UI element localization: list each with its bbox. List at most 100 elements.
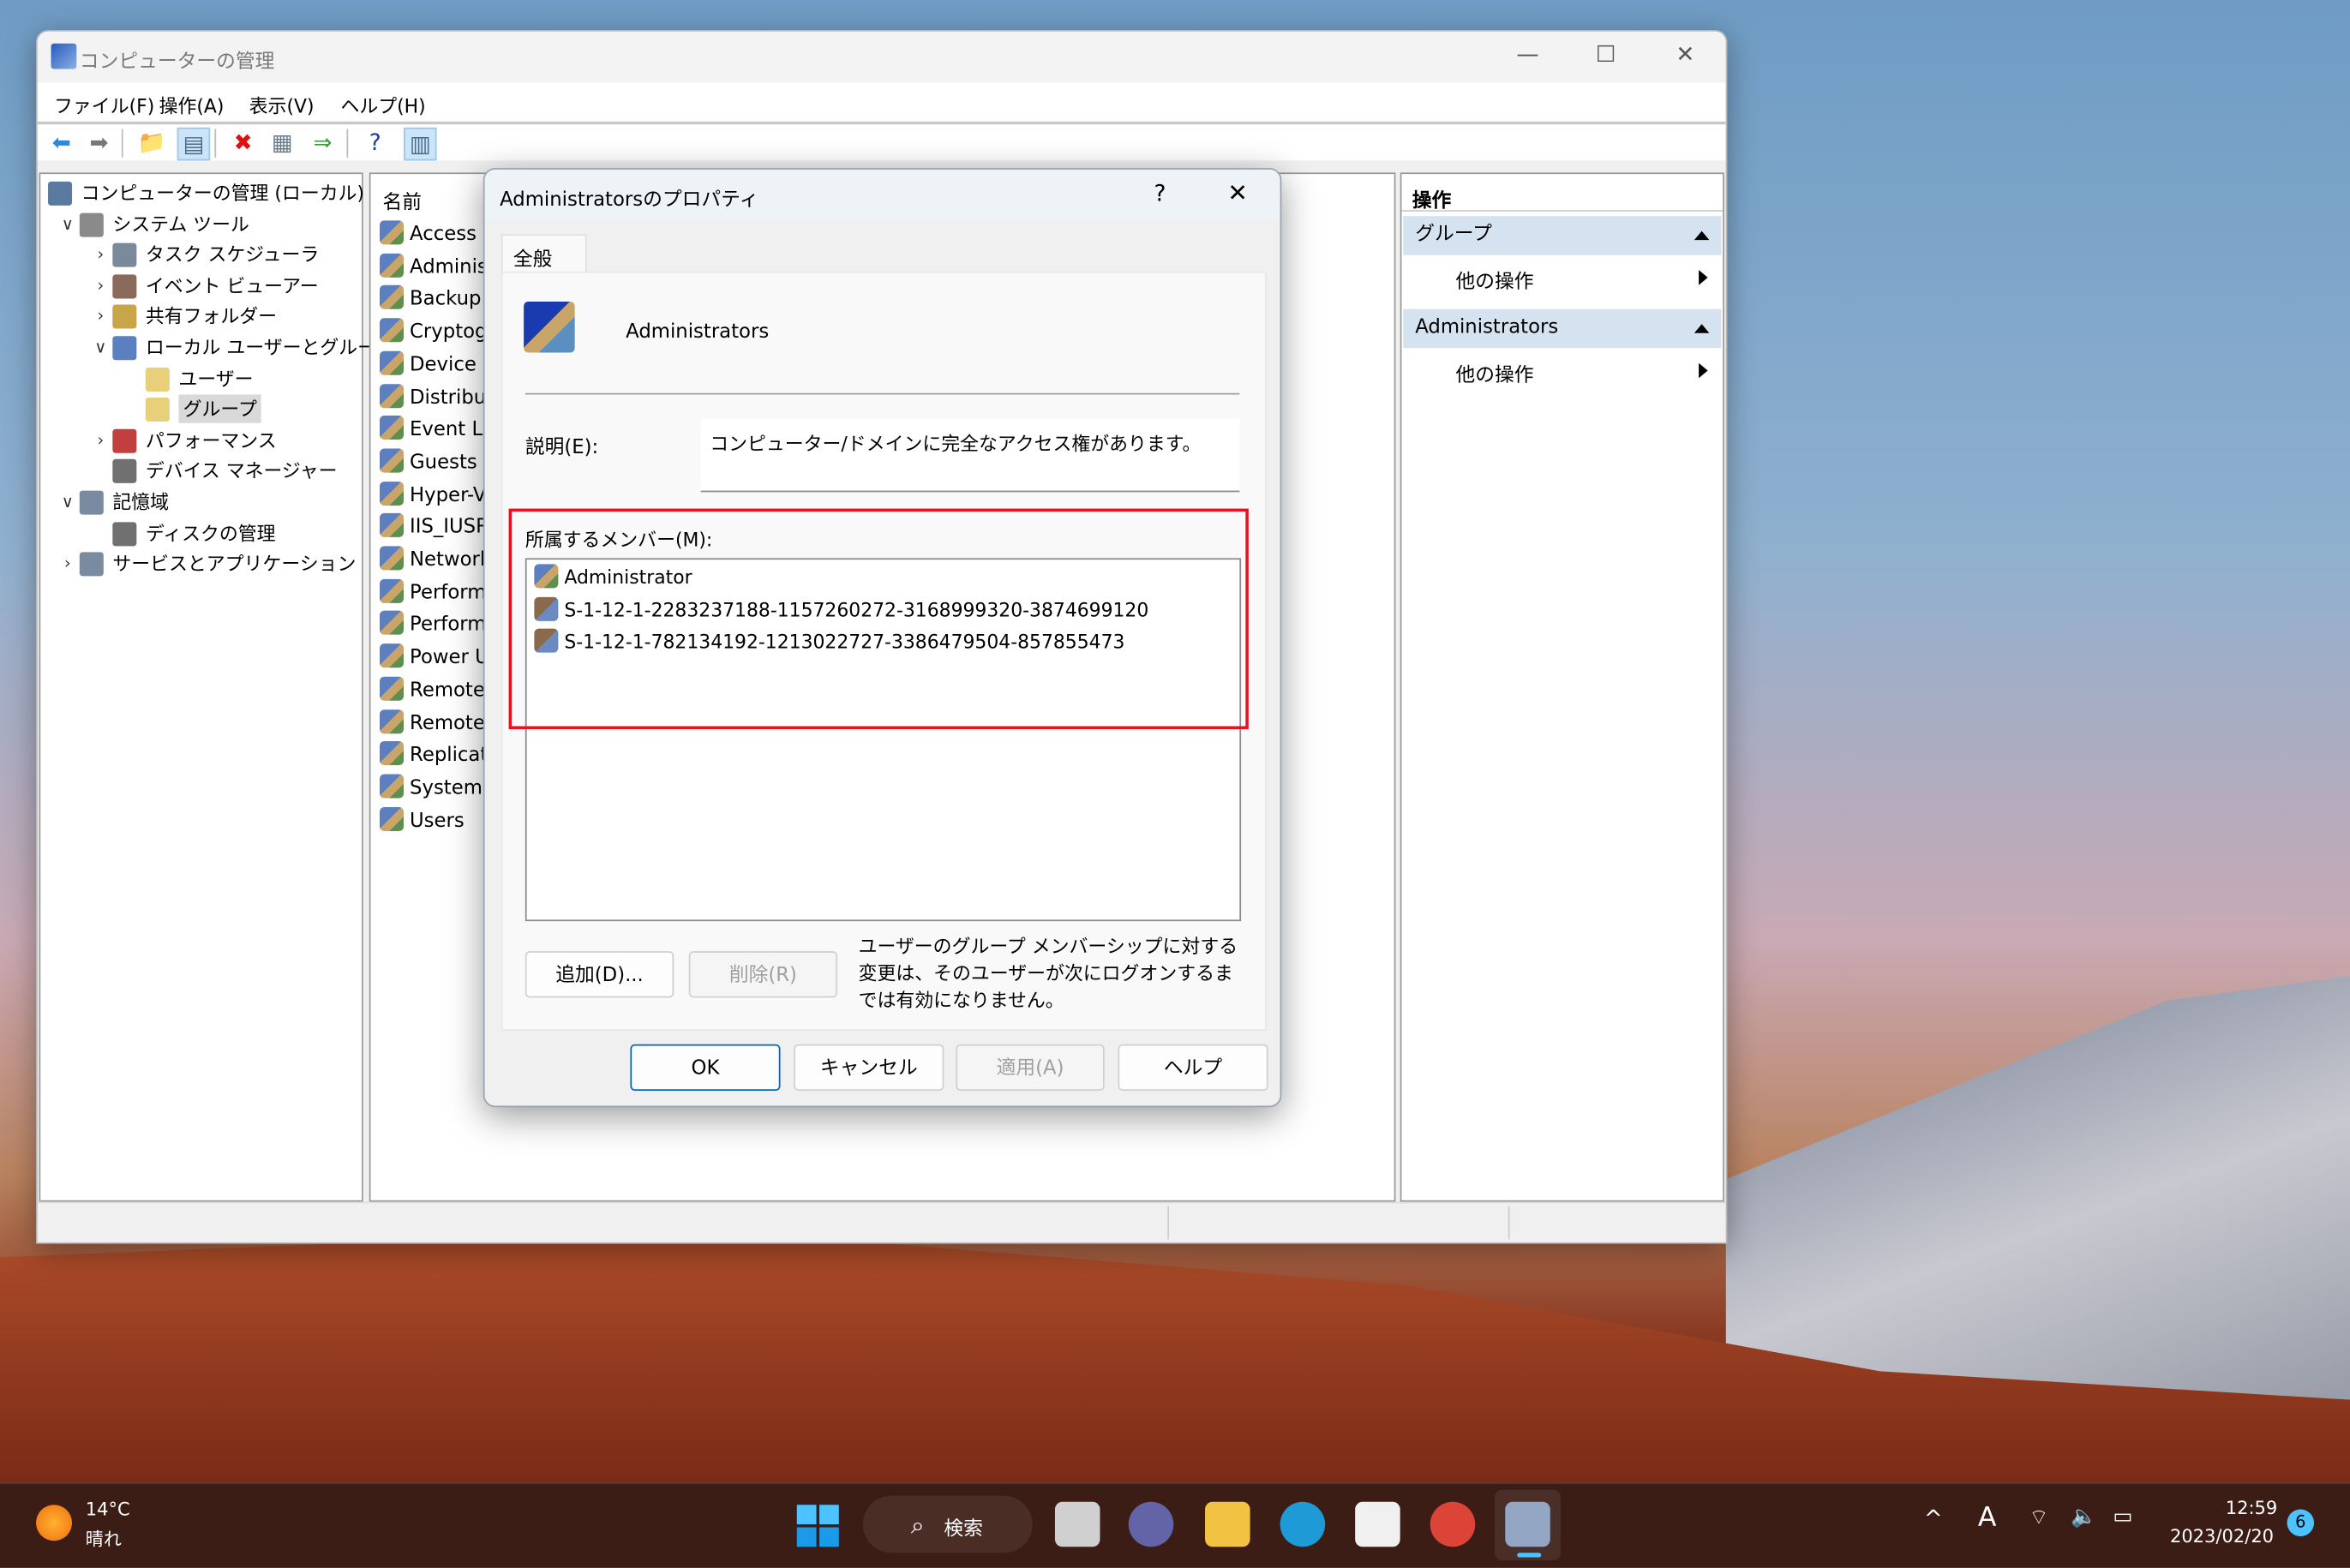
- list-item[interactable]: Replicato: [380, 741, 500, 771]
- export-list-icon[interactable]: ⇒: [308, 128, 338, 158]
- menu-action[interactable]: 操作(A): [159, 90, 225, 118]
- group-icon: [380, 513, 405, 538]
- file-explorer-icon[interactable]: [1205, 1501, 1250, 1547]
- list-item[interactable]: Remote: [380, 676, 485, 706]
- store-icon[interactable]: [1355, 1501, 1400, 1547]
- show-action-pane-icon[interactable]: ▥: [404, 127, 437, 161]
- remove-button[interactable]: 削除(R): [688, 951, 838, 998]
- show-hidden-icons-chevron-icon[interactable]: ^: [1924, 1505, 1943, 1532]
- list-item[interactable]: Hyper-V: [380, 481, 486, 511]
- cancel-button[interactable]: キャンセル: [794, 1044, 944, 1091]
- help-dialog-button[interactable]: ヘルプ: [1118, 1044, 1268, 1091]
- section-title: Administrators: [1415, 316, 1559, 339]
- show-hide-tree-icon[interactable]: ▤: [177, 127, 211, 161]
- column-header-name[interactable]: 名前: [383, 186, 423, 214]
- chevron-down-icon[interactable]: ∨: [58, 209, 76, 237]
- list-item[interactable]: Guests: [380, 448, 477, 478]
- ime-indicator[interactable]: A: [1978, 1502, 1997, 1534]
- task-view-icon[interactable]: [1054, 1501, 1100, 1547]
- menu-file[interactable]: ファイル(F): [54, 90, 154, 118]
- up-folder-icon[interactable]: 📁: [136, 128, 166, 158]
- chrome-icon[interactable]: [1430, 1501, 1476, 1547]
- weather-temp[interactable]: 14°C: [86, 1499, 130, 1520]
- tree-node-icon: [48, 181, 73, 206]
- help-icon[interactable]: ?: [360, 128, 390, 158]
- list-item[interactable]: Cryptogr: [380, 318, 495, 348]
- group-name: Event Lo: [410, 418, 495, 442]
- dialog-close-button[interactable]: ✕: [1227, 178, 1247, 206]
- list-item[interactable]: Event Lo: [380, 416, 495, 446]
- properties-icon[interactable]: ▦: [267, 128, 297, 158]
- chevron-right-icon[interactable]: ›: [92, 302, 110, 331]
- wifi-icon[interactable]: ⌔: [2029, 1505, 2048, 1532]
- forward-arrow-icon[interactable]: ➡: [84, 128, 114, 158]
- back-arrow-icon[interactable]: ⬅: [46, 128, 76, 158]
- description-value: コンピューター/ドメインに完全なアクセス権があります。: [710, 432, 1202, 455]
- tree-item-label: システム ツール: [112, 212, 249, 236]
- menu-bar: ファイル(F) 操作(A) 表示(V) ヘルプ(H): [37, 82, 1726, 125]
- chevron-right-icon[interactable]: ›: [58, 549, 76, 578]
- weather-condition[interactable]: 晴れ: [86, 1526, 122, 1552]
- action-more-actions[interactable]: 他の操作: [1455, 358, 1533, 386]
- edge-icon[interactable]: [1280, 1501, 1326, 1547]
- list-item[interactable]: Backup (: [380, 285, 495, 315]
- tree-node-icon: [112, 459, 137, 484]
- group-icon: [380, 318, 405, 343]
- menu-help[interactable]: ヘルプ(H): [340, 90, 425, 118]
- dialog-title: Administratorsのプロパティ: [500, 189, 759, 212]
- weather-sun-icon[interactable]: [36, 1505, 73, 1541]
- volume-icon[interactable]: 🔈: [2071, 1505, 2097, 1529]
- start-button[interactable]: [796, 1505, 839, 1547]
- group-icon: [380, 253, 405, 278]
- tab-general[interactable]: 全般: [501, 234, 587, 275]
- chevron-down-icon[interactable]: ∨: [58, 488, 76, 516]
- chevron-right-icon[interactable]: ›: [92, 426, 110, 454]
- list-item[interactable]: Power Us: [380, 643, 500, 673]
- list-item[interactable]: Performa: [380, 578, 498, 608]
- delete-icon[interactable]: ✖: [228, 128, 258, 158]
- tree-item-label: デバイス マネージャー: [145, 459, 338, 482]
- list-item[interactable]: Performa: [380, 611, 498, 641]
- battery-icon[interactable]: ▭: [2113, 1505, 2132, 1529]
- tree-item-label: グループ: [178, 394, 262, 424]
- menu-view[interactable]: 表示(V): [249, 90, 315, 118]
- search-box[interactable]: ⌕ 検索: [862, 1495, 1033, 1553]
- ok-button[interactable]: OK: [630, 1044, 781, 1091]
- group-name: Network: [410, 548, 492, 572]
- description-field[interactable]: コンピューター/ドメインに完全なアクセス権があります。: [700, 418, 1240, 493]
- list-item[interactable]: Remote: [380, 709, 485, 739]
- tree-item-label: ローカル ユーザーとグループ: [145, 336, 394, 359]
- maximize-button[interactable]: ☐: [1583, 40, 1628, 74]
- tree-item-label: 共有フォルダー: [145, 305, 278, 328]
- action-section-administrators[interactable]: Administrators: [1403, 308, 1722, 349]
- minimize-button[interactable]: —: [1505, 40, 1550, 74]
- title-bar: コンピューターの管理 — ☐ ✕: [37, 31, 1726, 83]
- list-item[interactable]: Access C: [380, 220, 496, 250]
- list-item[interactable]: Network: [380, 546, 491, 576]
- group-name: Backup (: [410, 288, 495, 312]
- active-app-highlight: [1494, 1489, 1562, 1561]
- notification-badge[interactable]: 6: [2287, 1509, 2315, 1537]
- group-icon: [380, 448, 405, 473]
- clock-time[interactable]: 12:59: [2226, 1497, 2278, 1518]
- list-item[interactable]: Administ: [380, 253, 495, 283]
- group-icon: [380, 383, 405, 408]
- clock-date[interactable]: 2023/02/20: [2170, 1526, 2274, 1547]
- group-icon: [380, 676, 405, 701]
- help-button[interactable]: ?: [1154, 180, 1166, 207]
- action-more-actions[interactable]: 他の操作: [1455, 266, 1533, 294]
- chevron-down-icon[interactable]: ∨: [92, 333, 110, 362]
- list-item[interactable]: Users: [380, 806, 465, 836]
- action-section-group[interactable]: グループ: [1403, 216, 1722, 255]
- list-item[interactable]: Device C: [380, 350, 496, 380]
- group-name: Remote: [410, 711, 485, 735]
- dialog-title-bar: Administratorsのプロパティ ? ✕: [484, 169, 1280, 221]
- teams-icon[interactable]: [1128, 1501, 1174, 1547]
- chevron-right-icon[interactable]: ›: [92, 272, 110, 300]
- chevron-right-icon[interactable]: ›: [92, 240, 110, 268]
- close-button[interactable]: ✕: [1663, 40, 1708, 74]
- add-button[interactable]: 追加(D)...: [525, 951, 674, 998]
- apply-button[interactable]: 適用(A): [956, 1044, 1105, 1091]
- list-item[interactable]: Distribut: [380, 383, 494, 413]
- tree-node-icon: [112, 242, 137, 268]
